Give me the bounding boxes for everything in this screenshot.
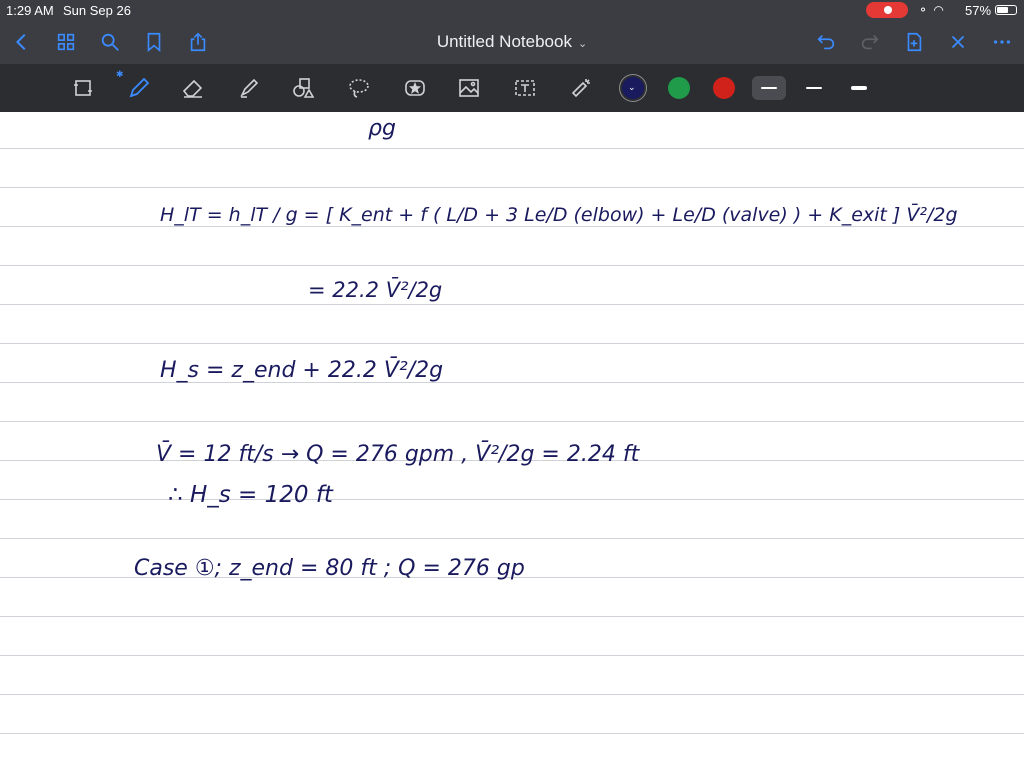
highlighter-icon[interactable] xyxy=(234,73,264,103)
ruled-line xyxy=(0,616,1024,617)
ruled-line xyxy=(0,382,1024,383)
handwriting-line-5: ∴ H_s = 120 ft xyxy=(168,482,333,508)
ruled-line xyxy=(0,148,1024,149)
image-icon[interactable] xyxy=(454,73,484,103)
more-icon[interactable] xyxy=(988,28,1016,56)
ruled-line xyxy=(0,343,1024,344)
status-bar: 1:29 AM Sun Sep 26 ⚬ ◠ 57% xyxy=(0,0,1024,20)
bluetooth-icon: ✱ xyxy=(116,69,124,79)
handwriting-line-4: V̄ = 12 ft/s → Q = 276 gpm , V̄²/2g = 2.… xyxy=(156,442,640,467)
ruled-line xyxy=(0,733,1024,734)
laser-pointer-icon[interactable] xyxy=(566,73,596,103)
ruled-line xyxy=(0,538,1024,539)
notebook-title-text: Untitled Notebook xyxy=(436,32,572,51)
color-swatch-navy[interactable]: ⌄ xyxy=(622,77,644,99)
screen-recording-indicator[interactable] xyxy=(866,2,908,18)
shapes-icon[interactable] xyxy=(288,73,318,103)
handwriting-line-6: Case ①; z_end = 80 ft ; Q = 276 gp xyxy=(134,556,525,581)
stroke-width-thin[interactable] xyxy=(752,76,786,100)
handwriting-line-3: H_s = z_end + 22.2 V̄²/2g xyxy=(160,358,444,383)
battery-percentage: 57% xyxy=(965,3,992,18)
add-page-icon[interactable] xyxy=(900,28,928,56)
ruled-line xyxy=(0,265,1024,266)
handwriting-line-2: = 22.2 V̄²/2g xyxy=(308,278,443,302)
wifi-icon: ⚬ ◠ xyxy=(918,3,945,17)
ruled-line xyxy=(0,421,1024,422)
lasso-icon[interactable] xyxy=(344,73,374,103)
ruled-line xyxy=(0,187,1024,188)
chevron-down-icon: ⌄ xyxy=(628,82,636,92)
ruled-line xyxy=(0,655,1024,656)
ruled-line xyxy=(0,499,1024,500)
text-icon[interactable] xyxy=(510,73,540,103)
notebook-page[interactable]: ρg H_lT = h_lT / g = [ K_ent + f ( L/D +… xyxy=(0,112,1024,768)
ruled-line xyxy=(0,694,1024,695)
stroke-width-medium[interactable] xyxy=(797,76,831,100)
handwriting-line-1: H_lT = h_lT / g = [ K_ent + f ( L/D + 3 … xyxy=(160,204,958,226)
pen-icon[interactable] xyxy=(124,73,154,103)
status-date: Sun Sep 26 xyxy=(63,3,131,18)
status-time: 1:29 AM xyxy=(6,3,54,18)
redo-icon[interactable] xyxy=(856,28,884,56)
chevron-down-icon[interactable]: ⌄ xyxy=(578,38,587,50)
handwriting-line-0: ρg xyxy=(368,116,396,141)
battery-icon xyxy=(995,5,1017,15)
eraser-icon[interactable] xyxy=(178,73,208,103)
stroke-width-thick[interactable] xyxy=(842,76,876,100)
ruled-line xyxy=(0,226,1024,227)
drawing-toolbar: ✱ ⌄ xyxy=(0,64,1024,112)
undo-icon[interactable] xyxy=(812,28,840,56)
sticker-icon[interactable] xyxy=(400,73,430,103)
color-swatch-green[interactable] xyxy=(668,77,690,99)
color-swatch-red[interactable] xyxy=(713,77,735,99)
lasso-crop-icon[interactable] xyxy=(68,73,98,103)
ruled-line xyxy=(0,304,1024,305)
navigation-bar: Untitled Notebook ⌄ xyxy=(0,20,1024,64)
close-icon[interactable] xyxy=(944,28,972,56)
